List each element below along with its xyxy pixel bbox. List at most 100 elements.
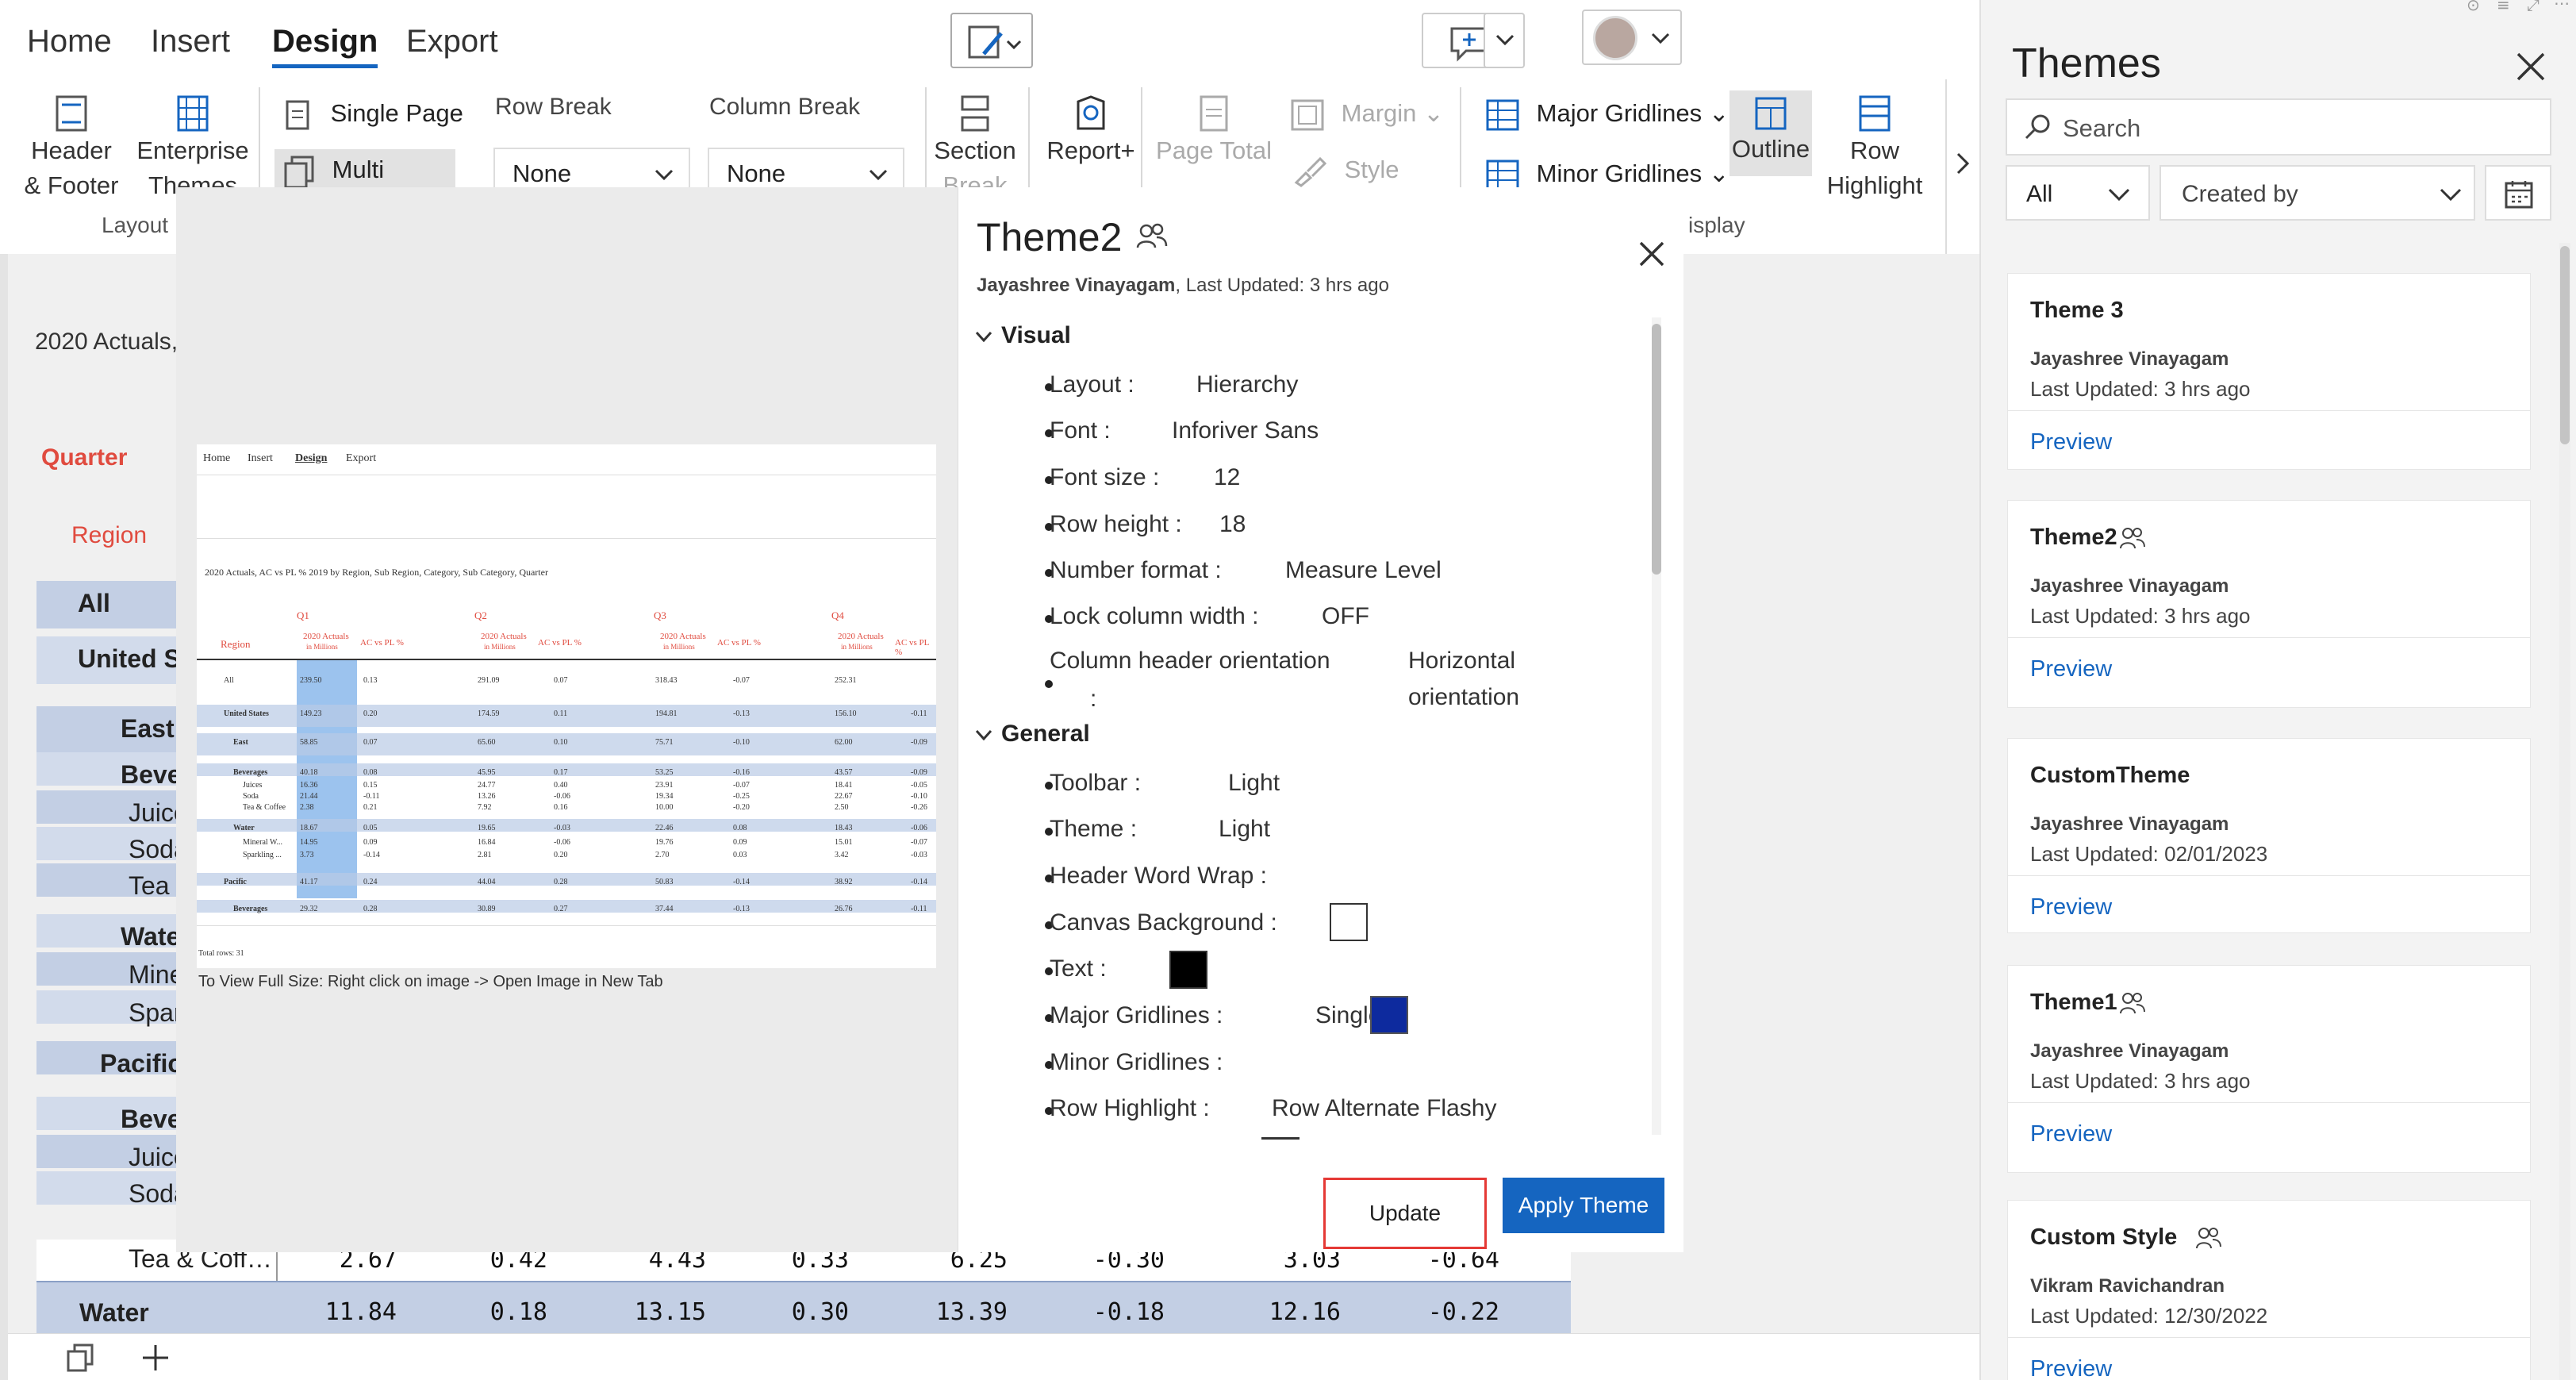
- preview-col-a: 2020 Actuals: [838, 632, 884, 641]
- outline-button[interactable]: Outline: [1729, 90, 1812, 176]
- column-header-orientation-value: Horizontal: [1408, 648, 1516, 674]
- theme-card[interactable]: Theme 3 Jayashree Vinayagam Last Updated: …: [2007, 273, 2531, 470]
- column-header-orientation-value-2: orientation: [1408, 684, 1520, 710]
- report-row-label: Wate: [121, 922, 181, 951]
- preview-value: -0.09: [911, 738, 927, 747]
- page-icon: [286, 100, 309, 130]
- preview-tab: Insert: [248, 452, 273, 464]
- single-page-label: Single Page: [330, 99, 463, 128]
- chevron-down-icon[interactable]: [974, 329, 993, 346]
- preview-value: 45.95: [478, 768, 496, 777]
- preview-value: 318.43: [655, 676, 678, 685]
- chevron-down-icon[interactable]: [974, 727, 993, 744]
- preview-row-label: Water: [233, 824, 255, 832]
- gridlines-icon: [1486, 99, 1519, 131]
- theme-card[interactable]: Custom Style Vikram Ravichandran Last Upda…: [2007, 1200, 2531, 1380]
- filter-icon[interactable]: ≡: [2497, 0, 2510, 14]
- tab-export[interactable]: Export: [406, 24, 498, 60]
- preview-value: -0.03: [554, 824, 570, 832]
- theme-card-divider: [2008, 875, 2530, 876]
- theme-card-name: Theme 3: [2030, 298, 2124, 323]
- header-footer-button[interactable]: Header & Footer: [24, 94, 119, 203]
- avatar: [1593, 16, 1637, 60]
- calendar-button[interactable]: [2485, 165, 2551, 221]
- header-footer-icon: [56, 95, 87, 132]
- enterprise-themes-icon: [177, 95, 209, 132]
- dialog-scrollbar[interactable]: [1652, 317, 1661, 1135]
- preview-value: 14.95: [300, 838, 318, 847]
- theme-card-preview-link[interactable]: Preview: [2030, 656, 2112, 682]
- dialog-scrollbar-thumb[interactable]: [1652, 324, 1661, 575]
- preview-value: 15.01: [835, 838, 853, 847]
- theme-card[interactable]: Theme2 Jayashree Vinayagam Last Updated: 3…: [2007, 500, 2531, 708]
- page-total-label: Page Total: [1156, 136, 1272, 164]
- report-row-label: All: [78, 589, 110, 617]
- theme-card[interactable]: Theme1 Jayashree Vinayagam Last Updated: 3…: [2007, 965, 2531, 1173]
- preview-value: 0.24: [363, 878, 378, 886]
- panel-scrollbar-thumb[interactable]: [2560, 246, 2570, 444]
- tab-home[interactable]: Home: [27, 24, 112, 60]
- report-plus-button[interactable]: Report+: [1031, 94, 1150, 168]
- general-section-header[interactable]: General: [1001, 721, 1090, 748]
- ribbon-scroll-right[interactable]: [1945, 79, 1979, 254]
- chevron-down-icon: [1651, 33, 1670, 44]
- created-by-select[interactable]: Created by: [2159, 165, 2475, 221]
- preview-value: 149.23: [300, 709, 322, 718]
- filter-all-select[interactable]: All: [2006, 165, 2150, 221]
- theme-card-preview-link[interactable]: Preview: [2030, 1356, 2112, 1380]
- preview-col-b: AC vs PL %: [717, 638, 761, 648]
- theme-search-input[interactable]: Search: [2006, 98, 2551, 156]
- pin-icon[interactable]: ⊙: [2467, 0, 2480, 14]
- tab-design[interactable]: Design: [272, 24, 378, 68]
- preview-value: 0.05: [363, 824, 378, 832]
- preview-footer: Total rows: 31: [198, 949, 244, 958]
- theme-card-name: Custom Style: [2030, 1224, 2178, 1250]
- style-button[interactable]: Style: [1293, 156, 1399, 187]
- major-gridlines-button[interactable]: Major Gridlines ⌄: [1485, 98, 1729, 132]
- update-button[interactable]: Update: [1323, 1178, 1487, 1249]
- multi-pages-button[interactable]: Multi Pages: [274, 149, 455, 215]
- preview-row-label: Pacific: [224, 878, 247, 886]
- preview-region: Region: [221, 638, 251, 650]
- preview-value: -0.11: [911, 709, 927, 718]
- theme-preview-image[interactable]: Home Insert Design Export 2020 Actuals, AC v…: [197, 444, 936, 968]
- chevron-down-icon: [655, 169, 674, 181]
- general-prop-value: Light: [1219, 816, 1271, 842]
- preview-value: -0.14: [363, 851, 380, 859]
- apply-theme-button[interactable]: Apply Theme: [1503, 1178, 1664, 1233]
- preview-value: 291.09: [478, 676, 500, 685]
- theme-card[interactable]: CustomTheme Jayashree Vinayagam Last Updat…: [2007, 738, 2531, 933]
- theme-card-preview-link[interactable]: Preview: [2030, 894, 2112, 921]
- preview-row-label: Sparkling ...: [243, 851, 282, 859]
- margin-button[interactable]: Margin ⌄: [1290, 98, 1444, 132]
- preview-col-b: AC vs PL %: [538, 638, 582, 648]
- dialog-last-updated: , Last Updated: 3 hrs ago: [1175, 275, 1389, 296]
- preview-value: 30.89: [478, 905, 496, 913]
- close-icon[interactable]: [2515, 51, 2547, 83]
- preview-quarter: Q2: [474, 609, 487, 621]
- row-highlight-button[interactable]: Row Highlight: [1823, 94, 1926, 203]
- preview-value: 2.81: [478, 851, 492, 859]
- theme-card-preview-link[interactable]: Preview: [2030, 429, 2112, 456]
- quarter-label: Quarter: [41, 444, 128, 471]
- chevron-down-icon: [1495, 34, 1515, 46]
- theme-card-preview-link[interactable]: Preview: [2030, 1121, 2112, 1147]
- preview-value: 0.20: [363, 709, 378, 718]
- single-page-button[interactable]: Single Page: [284, 98, 463, 132]
- tab-insert[interactable]: Insert: [151, 24, 230, 60]
- close-icon[interactable]: [1637, 240, 1666, 268]
- visual-section-header[interactable]: Visual: [1001, 322, 1071, 349]
- user-menu[interactable]: [1582, 10, 1682, 65]
- comment-dropdown[interactable]: [1484, 13, 1525, 68]
- panel-scrollbar[interactable]: [2559, 243, 2570, 1380]
- expand-icon[interactable]: ⤢: [2527, 0, 2540, 14]
- dialog-meta: Jayashree Vinayagam, Last Updated: 3 hrs…: [977, 275, 1389, 297]
- preview-value: -0.14: [733, 878, 750, 886]
- row-break-value: None: [513, 160, 572, 187]
- pages-icon[interactable]: [65, 1342, 97, 1374]
- format-painter-button[interactable]: [950, 13, 1033, 68]
- page-total-button[interactable]: Page Total: [1150, 94, 1277, 168]
- add-sheet-icon[interactable]: [140, 1342, 171, 1374]
- search-placeholder: Search: [2063, 114, 2141, 142]
- more-icon[interactable]: ⋯: [2554, 0, 2570, 13]
